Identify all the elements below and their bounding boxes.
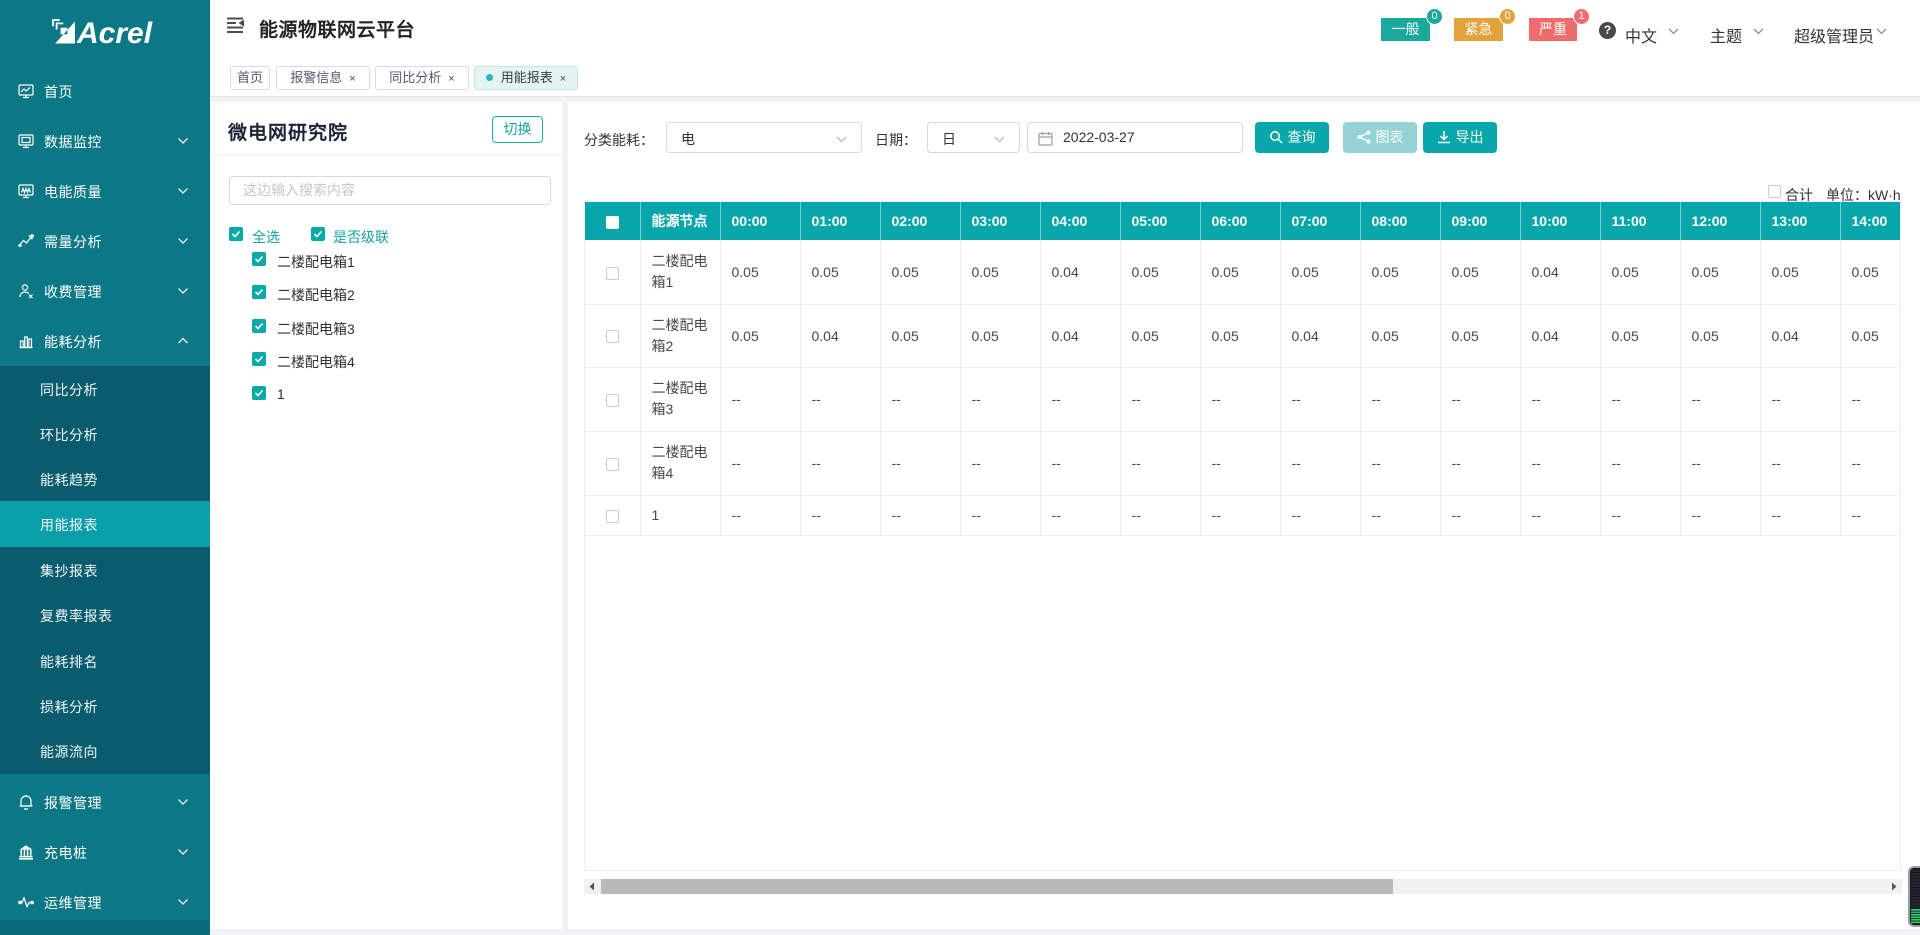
svg-text:Acrel: Acrel	[76, 19, 153, 45]
